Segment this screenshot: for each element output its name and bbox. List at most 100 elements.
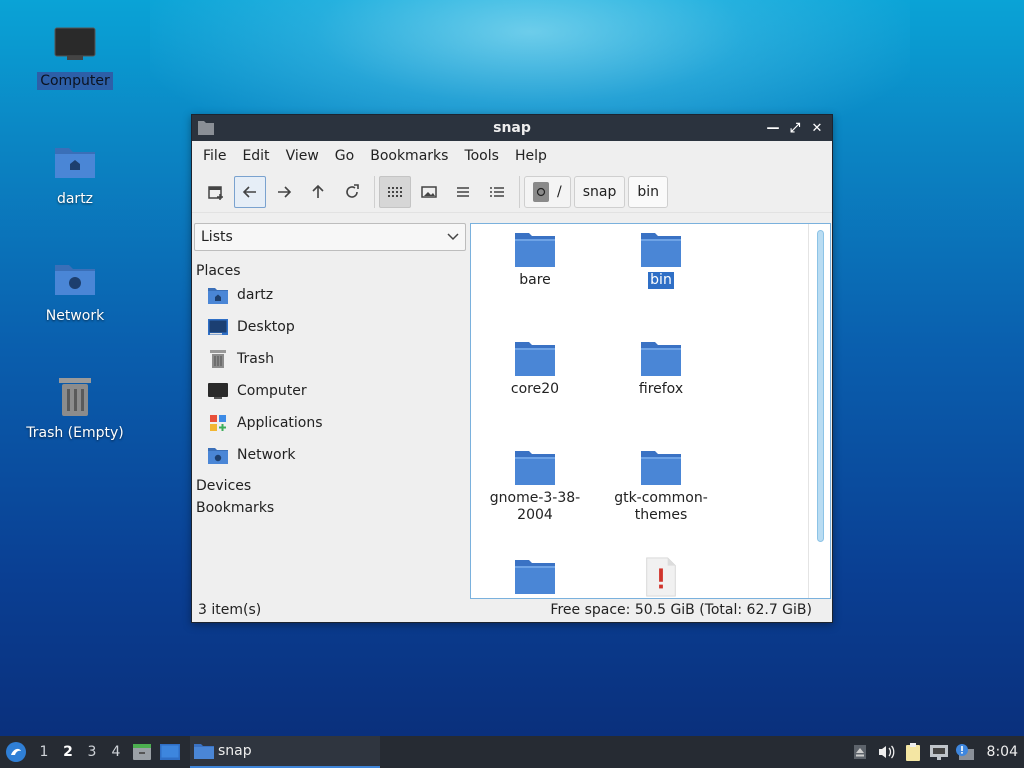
breadcrumb-snap[interactable]: snap: [573, 175, 626, 208]
folder-icon: [515, 233, 555, 267]
compact-view-button[interactable]: [447, 176, 479, 208]
vertical-scrollbar[interactable]: [808, 224, 830, 598]
grid-view-icon: [388, 186, 402, 197]
file-item-label: core20: [510, 381, 560, 397]
desktop-icon-trash[interactable]: Trash (Empty): [20, 372, 130, 442]
file-item-selected[interactable]: bin: [601, 230, 721, 289]
taskbar-window-label: snap: [218, 743, 252, 759]
up-button[interactable]: [302, 176, 334, 208]
file-item[interactable]: firefox: [601, 339, 721, 398]
menu-tools[interactable]: Tools: [456, 144, 507, 168]
icon-view-button[interactable]: [379, 175, 411, 208]
folder-icon: [515, 560, 555, 594]
desktop-icon-network[interactable]: Network: [20, 255, 130, 325]
place-dartz[interactable]: dartz: [194, 279, 466, 311]
scrollbar-thumb[interactable]: [817, 230, 824, 542]
volume-button[interactable]: [871, 736, 901, 768]
bookmarks-header[interactable]: Bookmarks: [194, 500, 466, 516]
file-item[interactable]: gtk-common-themes: [601, 448, 721, 524]
menu-edit[interactable]: Edit: [234, 144, 277, 168]
menu-help[interactable]: Help: [507, 144, 555, 168]
file-item-label: bin: [648, 272, 674, 289]
file-item-label: gnome-3-38-2004: [489, 490, 581, 523]
file-manager-launcher[interactable]: [128, 736, 156, 768]
file-item-label: firefox: [638, 381, 684, 397]
maximize-button[interactable]: ⤢: [786, 118, 804, 138]
folder-icon: [641, 233, 681, 267]
place-label: Trash: [237, 351, 274, 367]
network-status-button[interactable]: [925, 736, 953, 768]
file-item[interactable]: gnome-3-38-2004: [475, 448, 595, 524]
desktop-icon: [160, 744, 180, 760]
thumbnail-view-button[interactable]: [413, 176, 445, 208]
desktop-icon: [207, 316, 229, 338]
file-cabinet-icon: [133, 744, 151, 760]
detailed-list-view-button[interactable]: [481, 176, 513, 208]
file-item[interactable]: [601, 557, 721, 597]
clipboard-button[interactable]: [901, 736, 925, 768]
place-label: Network: [237, 447, 296, 463]
toolbar-separator: [519, 175, 520, 208]
place-applications[interactable]: Applications: [194, 407, 466, 439]
eject-button[interactable]: [849, 736, 871, 768]
folder-icon: [194, 744, 214, 759]
home-folder-icon: [53, 138, 97, 186]
file-item[interactable]: bare: [475, 230, 595, 289]
taskbar-window-snap[interactable]: snap: [190, 736, 380, 768]
update-notifier-button[interactable]: [953, 736, 977, 768]
workspace-3[interactable]: 3: [80, 736, 104, 768]
reload-button[interactable]: [336, 176, 368, 208]
eject-icon: [853, 745, 866, 759]
menu-view[interactable]: View: [278, 144, 327, 168]
forward-button[interactable]: [268, 176, 300, 208]
file-manager-window: snap — ⤢ ✕ File Edit View Go Bookmarks T…: [191, 114, 833, 623]
network-folder-icon: [207, 444, 229, 466]
place-label: dartz: [237, 287, 274, 303]
toolbar-separator: [374, 175, 375, 208]
breadcrumb-bin[interactable]: bin: [628, 175, 669, 208]
file-item[interactable]: [475, 557, 595, 597]
compact-list-icon: [457, 186, 469, 197]
close-button[interactable]: ✕: [808, 118, 826, 138]
folder-icon: [515, 451, 555, 485]
breadcrumb-root-label: /: [557, 183, 562, 200]
workspace-2[interactable]: 2: [56, 736, 80, 768]
new-tab-button[interactable]: [200, 176, 232, 208]
desktop-icon-label: Trash (Empty): [26, 425, 124, 441]
info-alert-icon: [955, 744, 974, 760]
devices-header[interactable]: Devices: [194, 478, 466, 494]
trash-icon: [207, 348, 229, 370]
file-view: bare bin core20 firefox gnome-3-38-2004 …: [470, 223, 831, 599]
file-item-label: gtk-common-themes: [614, 490, 708, 523]
folder-icon: [198, 120, 214, 139]
desktop-icon-computer[interactable]: Computer: [20, 20, 130, 90]
desktop-icon-label: Network: [45, 308, 105, 324]
place-computer[interactable]: Computer: [194, 375, 466, 407]
clock[interactable]: 8:04: [977, 744, 1024, 760]
workspace-1[interactable]: 1: [32, 736, 56, 768]
computer-icon: [53, 20, 97, 68]
arrow-right-icon: [278, 185, 292, 198]
side-pane-mode-select[interactable]: Lists: [194, 223, 466, 251]
file-item[interactable]: core20: [475, 339, 595, 398]
titlebar[interactable]: snap — ⤢ ✕: [192, 115, 832, 141]
network-wired-icon: [929, 745, 948, 760]
show-desktop-button[interactable]: [156, 736, 184, 768]
place-network[interactable]: Network: [194, 439, 466, 471]
folder-icon: [641, 451, 681, 485]
network-folder-icon: [53, 255, 97, 303]
chevron-down-icon: [447, 229, 459, 245]
menu-file[interactable]: File: [195, 144, 234, 168]
minimize-button[interactable]: —: [764, 118, 782, 138]
start-menu-button[interactable]: [0, 736, 32, 768]
drive-icon: [533, 181, 549, 202]
desktop-icon-home[interactable]: dartz: [20, 138, 130, 208]
workspace-4[interactable]: 4: [104, 736, 128, 768]
menu-bookmarks[interactable]: Bookmarks: [362, 144, 456, 168]
image-icon: [421, 185, 437, 198]
breadcrumb-root[interactable]: /: [524, 175, 571, 208]
place-trash[interactable]: Trash: [194, 343, 466, 375]
back-button[interactable]: [234, 175, 266, 208]
menu-go[interactable]: Go: [327, 144, 362, 168]
place-desktop[interactable]: Desktop: [194, 311, 466, 343]
